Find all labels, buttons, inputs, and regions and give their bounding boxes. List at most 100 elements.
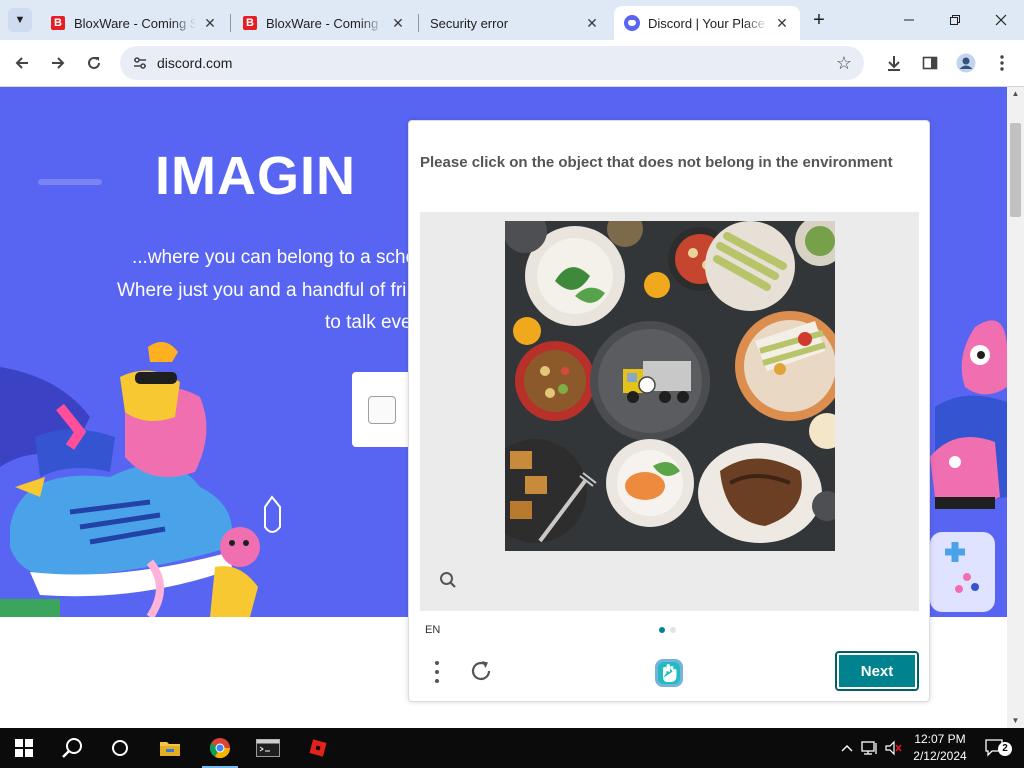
downloads-button[interactable] [882, 51, 906, 75]
hero-illustration-right [930, 320, 1007, 612]
tab-bloxware-2[interactable]: B BloxWare - Coming Soon ✕ [232, 6, 416, 40]
chrome-icon [209, 738, 231, 759]
browser-tab-strip: ▼ B BloxWare - Coming Soon ✕ B BloxWare … [0, 0, 1024, 40]
tab-divider [418, 14, 419, 32]
system-clock[interactable]: 12:07 PM 2/12/2024 [905, 731, 975, 765]
show-hidden-icons-button[interactable] [838, 728, 856, 768]
tab-discord[interactable]: Discord | Your Place to Talk ✕ [614, 6, 800, 40]
menu-dot [435, 661, 439, 665]
cortana-circle-icon [112, 740, 128, 756]
hero-heading: IMAGIN [155, 146, 356, 206]
hero-illustration-left [0, 342, 281, 617]
more-vertical-icon [1000, 55, 1004, 71]
forward-button[interactable] [46, 51, 70, 75]
menu-dot [435, 679, 439, 683]
terminal-taskbar-button[interactable] [244, 728, 292, 768]
next-button[interactable]: Next [835, 651, 919, 691]
close-window-button[interactable] [978, 0, 1024, 40]
scroll-down-arrow-icon[interactable]: ▼ [1007, 714, 1024, 728]
bloxware-favicon-icon: B [242, 15, 258, 31]
folder-icon [160, 742, 180, 756]
hero-tagline-line-3: to talk eve [325, 312, 412, 333]
windows-taskbar: 12:07 PM 2/12/2024 2 [0, 728, 1024, 768]
notification-count-badge: 2 [998, 742, 1012, 756]
profile-button[interactable] [954, 51, 978, 75]
terminal-icon [256, 739, 280, 757]
tune-icon [134, 57, 146, 69]
captcha-menu-button[interactable] [427, 658, 447, 686]
page-scrollbar[interactable]: ▲ ▼ [1007, 87, 1024, 728]
side-panel-button[interactable] [918, 51, 942, 75]
browser-toolbar: discord.com ☆ [0, 40, 1024, 87]
reload-button[interactable] [82, 51, 106, 75]
taskbar-search-button[interactable] [48, 728, 96, 768]
roblox-icon [309, 739, 327, 757]
challenge-image-area [420, 212, 919, 611]
tab-divider [230, 14, 231, 32]
hcaptcha-logo-icon[interactable] [652, 656, 686, 690]
cloud-decoration [38, 179, 102, 185]
captcha-checkbox[interactable] [368, 396, 396, 424]
challenge-prompt: Please click on the object that does not… [420, 154, 893, 171]
new-tab-button[interactable]: + [808, 9, 830, 31]
scrollbar-thumb[interactable] [1010, 123, 1021, 217]
tab-title: Discord | Your Place to Talk [648, 15, 768, 31]
scroll-up-arrow-icon[interactable]: ▲ [1007, 87, 1024, 101]
challenge-page-indicator [659, 627, 676, 633]
task-view-button[interactable] [96, 728, 144, 768]
close-icon[interactable]: ✕ [774, 15, 790, 31]
notification-center-button[interactable]: 2 [980, 728, 1012, 768]
arrow-right-icon [52, 57, 65, 69]
volume-muted-icon [885, 740, 902, 756]
refresh-challenge-button[interactable] [466, 656, 496, 686]
close-icon[interactable]: ✕ [202, 15, 218, 31]
close-icon [995, 14, 1007, 26]
restore-button[interactable] [932, 0, 978, 40]
bloxware-favicon-icon: B [50, 15, 66, 31]
menu-dot [435, 670, 439, 674]
browser-menu-button[interactable] [990, 51, 1014, 75]
start-button[interactable] [0, 728, 48, 768]
url-text: discord.com [157, 55, 233, 71]
clock-date: 2/12/2024 [913, 749, 967, 763]
site-info-button[interactable] [128, 51, 152, 75]
address-bar[interactable]: discord.com ☆ [120, 46, 864, 80]
chevron-up-icon [841, 745, 853, 752]
download-icon [888, 56, 900, 71]
network-tray-icon[interactable] [860, 728, 880, 768]
hero-tagline-line-2: Where just you and a handful of fri [117, 280, 407, 301]
close-icon[interactable]: ✕ [390, 15, 406, 31]
page-dot [670, 627, 676, 633]
hero-tagline-line-1: ...where you can belong to a scho [132, 247, 417, 268]
search-icon [440, 572, 456, 588]
hcaptcha-challenge-dialog: Please click on the object that does not… [408, 120, 930, 702]
reload-icon [88, 56, 100, 69]
bookmark-star-icon[interactable]: ☆ [836, 53, 852, 73]
page-dot-active [659, 627, 665, 633]
tab-title: Security error [430, 15, 509, 31]
close-icon[interactable]: ✕ [584, 15, 600, 31]
tab-security-error[interactable]: Security error ✕ [420, 6, 610, 40]
challenge-image[interactable] [505, 221, 835, 551]
roblox-taskbar-button[interactable] [294, 728, 342, 768]
side-panel-icon [922, 56, 938, 70]
windows-logo-icon [15, 739, 33, 757]
minimize-button[interactable] [886, 0, 932, 40]
chevron-down-icon: ▼ [14, 14, 26, 26]
restore-icon [950, 15, 960, 25]
tab-title: BloxWare - Coming Soon [266, 15, 384, 31]
zoom-button[interactable] [437, 569, 459, 591]
minimize-icon [904, 19, 914, 21]
language-selector[interactable]: EN [425, 624, 440, 636]
tab-title: BloxWare - Coming Soon [74, 15, 196, 31]
tab-search-button[interactable]: ▼ [8, 8, 32, 32]
search-icon [62, 738, 82, 758]
back-button[interactable] [10, 51, 34, 75]
volume-tray-icon[interactable] [884, 728, 904, 768]
tab-bloxware-1[interactable]: B BloxWare - Coming Soon ✕ [40, 6, 228, 40]
chrome-taskbar-button[interactable] [196, 728, 244, 768]
plus-icon: + [813, 9, 825, 31]
file-explorer-taskbar-button[interactable] [146, 728, 194, 768]
refresh-icon [471, 661, 491, 681]
profile-avatar-icon [956, 53, 976, 73]
